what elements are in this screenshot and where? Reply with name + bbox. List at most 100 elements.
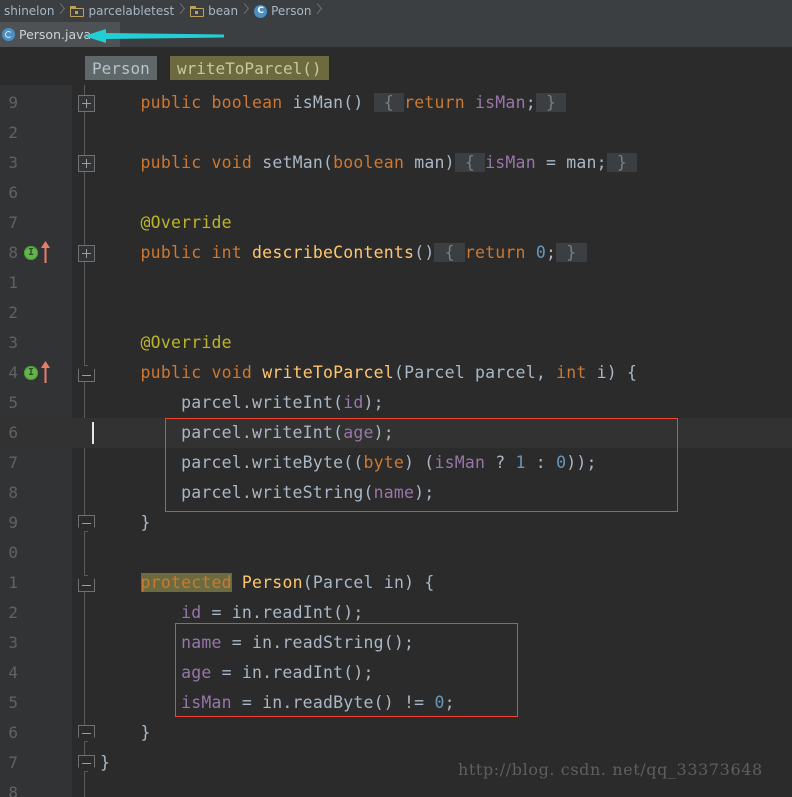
breadcrumb-item-person[interactable]: C Person — [250, 0, 314, 22]
close-icon[interactable]: × — [97, 29, 106, 40]
code-token: { — [434, 243, 465, 262]
editor-tab-bar: Person.java × — [0, 22, 792, 48]
code-token: ( — [323, 153, 334, 172]
fold-collapse-start-icon[interactable] — [78, 575, 95, 592]
tab-person-java[interactable]: Person.java × — [0, 22, 120, 47]
fold-collapse-start-icon[interactable] — [78, 365, 95, 382]
code-token: ( — [302, 573, 313, 592]
code-line[interactable]: 2 id = in.readInt(); — [0, 598, 792, 628]
line-number: 6 — [8, 723, 18, 742]
line-number: 2 — [8, 303, 18, 322]
code-editor[interactable]: 9 public boolean isMan() { return isMan;… — [0, 85, 792, 797]
line-number: 0 — [8, 543, 18, 562]
breadcrumb-item-parcelabletest[interactable]: parcelabletest — [66, 0, 177, 22]
code-line[interactable]: 7 @Override — [0, 208, 792, 238]
code-line[interactable]: 6 } — [0, 718, 792, 748]
code-token: isMan — [475, 93, 526, 112]
code-line[interactable]: 8 — [0, 778, 792, 797]
code-token: age — [343, 423, 374, 442]
code-token: ) ( — [404, 453, 435, 472]
implements-method-icon[interactable] — [24, 366, 38, 380]
line-number: 3 — [8, 153, 18, 172]
text-caret — [92, 422, 94, 444]
folder-icon — [190, 5, 205, 17]
code-token: } — [535, 93, 567, 112]
code-line[interactable]: 8 public int describeContents() { return… — [0, 238, 792, 268]
code-text: public boolean isMan() { return isMan; } — [100, 88, 567, 118]
code-line[interactable]: 2 — [0, 118, 792, 148]
chevron-right-icon — [314, 0, 323, 22]
code-line[interactable]: 7 parcel.writeByte((byte) (isMan ? 1 : 0… — [0, 448, 792, 478]
code-token: { — [373, 93, 405, 112]
fold-expand-icon[interactable] — [78, 245, 95, 262]
breadcrumb-item-shinelon[interactable]: shinelon — [0, 0, 57, 22]
code-line[interactable]: 4 age = in.readInt(); — [0, 658, 792, 688]
code-token: Parcel — [404, 363, 465, 382]
override-arrow-icon — [41, 361, 50, 383]
code-token: setMan — [262, 153, 323, 172]
code-token: } — [606, 153, 638, 172]
fold-collapse-end-icon[interactable] — [78, 725, 95, 742]
code-line[interactable]: 3 @Override — [0, 328, 792, 358]
implements-method-icon[interactable] — [24, 246, 38, 260]
code-line[interactable]: 6 — [0, 178, 792, 208]
code-token: public — [140, 153, 202, 172]
breadcrumb-item-bean[interactable]: bean — [186, 0, 241, 22]
code-text: parcel.writeInt(age); — [100, 418, 394, 448]
code-token: = in.readByte() != — [231, 693, 435, 712]
code-token: isMan — [485, 153, 536, 172]
code-token: man) — [404, 153, 455, 172]
code-token: isMan — [434, 453, 486, 472]
code-line[interactable]: 8 parcel.writeString(name); — [0, 478, 792, 508]
chevron-right-icon — [241, 0, 250, 22]
code-line[interactable]: 0 — [0, 538, 792, 568]
code-line[interactable]: 5 isMan = in.readByte() != 0; — [0, 688, 792, 718]
code-token: 0 — [535, 243, 546, 262]
structure-chip-class[interactable]: Person — [85, 56, 157, 80]
code-token: parcel.writeInt( — [100, 393, 344, 412]
code-token: boolean — [333, 153, 405, 172]
code-token: writeToParcel — [262, 363, 394, 382]
code-token: } — [556, 243, 587, 262]
line-number: 7 — [8, 753, 18, 772]
code-token: ; — [545, 243, 557, 262]
code-token: ); — [373, 423, 394, 442]
code-token: in) { — [373, 573, 435, 592]
code-line[interactable]: 6 parcel.writeInt(age); — [0, 418, 792, 448]
code-token: () — [343, 93, 364, 112]
code-token: parcel.writeByte(( — [100, 453, 364, 472]
code-line[interactable]: 3 name = in.readString(); — [0, 628, 792, 658]
code-line[interactable]: 9 public boolean isMan() { return isMan;… — [0, 88, 792, 118]
code-line[interactable]: 5 parcel.writeInt(id); — [0, 388, 792, 418]
fold-expand-icon[interactable] — [78, 155, 95, 172]
code-line[interactable]: 3 public void setMan(boolean man) { isMa… — [0, 148, 792, 178]
code-token: return — [404, 93, 465, 112]
code-token: } — [100, 753, 111, 772]
fold-collapse-end-icon[interactable] — [78, 755, 95, 772]
code-line[interactable]: 1 protected Person(Parcel in) { — [0, 568, 792, 598]
code-line[interactable]: 2 — [0, 298, 792, 328]
java-file-icon — [2, 28, 15, 41]
code-line[interactable]: 4 public void writeToParcel(Parcel parce… — [0, 358, 792, 388]
line-number: 6 — [8, 183, 18, 202]
code-token: parcel.writeInt( — [100, 423, 344, 442]
code-line[interactable]: 9 } — [0, 508, 792, 538]
code-line[interactable]: 1 — [0, 268, 792, 298]
code-token: )); — [566, 453, 597, 472]
code-token: ; — [525, 93, 536, 112]
breadcrumb-label: parcelabletest — [88, 4, 175, 18]
line-number: 6 — [8, 423, 18, 442]
fold-expand-icon[interactable] — [78, 95, 95, 112]
structure-chip-method[interactable]: writeToParcel() — [170, 56, 329, 80]
code-token: } — [100, 723, 151, 742]
fold-collapse-end-icon[interactable] — [78, 515, 95, 532]
